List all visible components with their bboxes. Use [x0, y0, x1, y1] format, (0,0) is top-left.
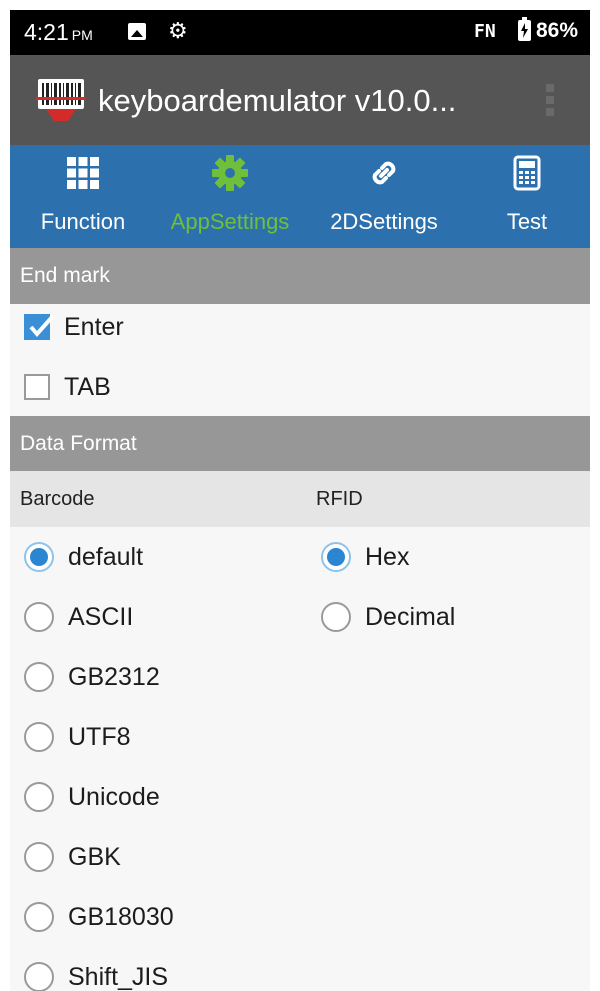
status-bar: 4:21 PM ⚙ FN 86%	[10, 10, 590, 55]
radio-button[interactable]	[321, 602, 351, 632]
tab-checkbox-row[interactable]: TAB	[24, 359, 111, 415]
gear-icon: ⚙	[168, 18, 188, 43]
tab-label: AppSettings	[170, 209, 290, 234]
app-bar: keyboardemulator v10.0...	[10, 55, 590, 145]
rfid-option-decimal[interactable]: Decimal	[321, 589, 455, 645]
battery-charging-icon	[518, 17, 531, 41]
status-time: 4:21 PM	[24, 19, 93, 45]
tab-bar: Function AppSettings 2DSettings Test	[10, 145, 590, 248]
radio-label: ASCII	[68, 602, 134, 631]
rfid-option-hex[interactable]: Hex	[321, 529, 409, 585]
radio-label: Shift_JIS	[68, 962, 169, 991]
fn-indicator: FN	[474, 21, 496, 42]
radio-button[interactable]	[321, 542, 351, 572]
checkbox-label: TAB	[64, 372, 111, 401]
barcode-scanner-logo	[36, 77, 86, 123]
radio-label: Decimal	[365, 602, 456, 631]
radio-label: GB18030	[68, 902, 174, 931]
checkbox-label: Enter	[64, 312, 124, 341]
barcode-option-unicode[interactable]: Unicode	[24, 769, 160, 825]
radio-button[interactable]	[24, 602, 54, 632]
barcode-option-default[interactable]: default	[24, 529, 143, 585]
radio-label: Hex	[365, 542, 410, 571]
radio-button[interactable]	[24, 662, 54, 692]
calculator-icon	[509, 155, 545, 191]
tab-label: Test	[506, 209, 548, 234]
rfid-column-header: RFID	[316, 488, 363, 510]
radio-button[interactable]	[24, 542, 54, 572]
tab-label: 2DSettings	[330, 209, 438, 234]
tab-test[interactable]: Test	[464, 145, 590, 248]
tab-label: Function	[40, 209, 126, 234]
radio-button[interactable]	[24, 962, 54, 991]
tab-2dsettings[interactable]: 2DSettings	[304, 145, 464, 248]
enter-checkbox[interactable]	[24, 314, 55, 340]
app-title: keyboardemulator v10.0...	[98, 83, 457, 118]
enter-checkbox-row[interactable]: Enter	[24, 299, 124, 355]
radio-button[interactable]	[24, 902, 54, 932]
format-column-headers: Barcode RFID	[10, 471, 590, 527]
radio-label: default	[68, 542, 144, 571]
radio-label: GB2312	[68, 662, 160, 691]
gear-icon	[212, 155, 248, 191]
tab-function[interactable]: Function	[10, 145, 156, 248]
battery-percent: 86%	[536, 19, 579, 42]
barcode-option-utf8[interactable]: UTF8	[24, 709, 131, 765]
barcode-option-shift-jis[interactable]: Shift_JIS	[24, 949, 168, 991]
radio-button[interactable]	[24, 782, 54, 812]
tab-appsettings[interactable]: AppSettings	[156, 145, 304, 248]
barcode-option-gb2312[interactable]: GB2312	[24, 649, 160, 705]
radio-label: GBK	[68, 842, 121, 871]
end-mark-header: End mark	[10, 248, 590, 304]
data-format-header: Data Format	[10, 416, 590, 472]
app-screen: 4:21 PM ⚙ FN 86% keyboardemulator v10.0.…	[10, 10, 590, 991]
more-vert-icon[interactable]	[540, 81, 560, 121]
link-icon	[366, 155, 402, 191]
barcode-column-header: Barcode	[20, 488, 95, 510]
radio-label: Unicode	[68, 782, 160, 811]
radio-button[interactable]	[24, 722, 54, 752]
image-icon	[128, 23, 146, 40]
radio-label: UTF8	[68, 722, 131, 751]
radio-button[interactable]	[24, 842, 54, 872]
barcode-option-ascii[interactable]: ASCII	[24, 589, 133, 645]
tab-checkbox[interactable]	[24, 374, 50, 400]
grid-icon	[65, 155, 101, 191]
barcode-option-gbk[interactable]: GBK	[24, 829, 121, 885]
barcode-option-gb18030[interactable]: GB18030	[24, 889, 174, 945]
